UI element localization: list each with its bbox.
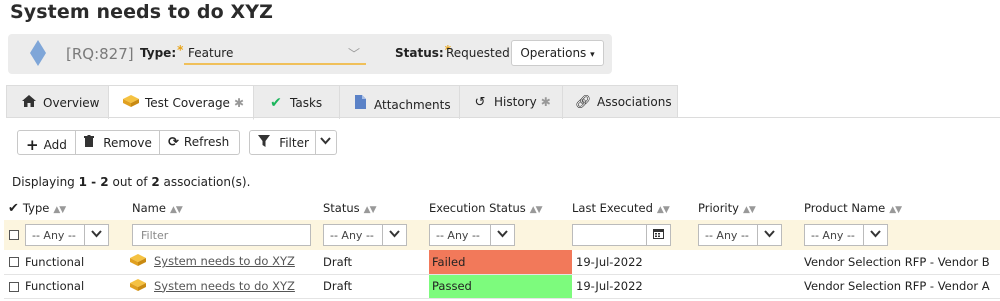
row-product: Vendor Selection RFP - Vendor B (804, 250, 1000, 275)
row-checkbox[interactable] (9, 257, 19, 268)
test-case-icon (123, 95, 139, 110)
row-execution-status: Passed (429, 274, 572, 299)
name-filter-input[interactable]: Filter (132, 224, 311, 246)
column-status[interactable]: Status ▲▼ (323, 196, 429, 220)
tab-test-coverage[interactable]: Test Coverage ✱ (109, 86, 254, 120)
table-row: Functional System needs to do XYZ Draft … (4, 250, 1000, 275)
column-priority[interactable]: Priority ▲▼ (698, 196, 804, 220)
row-execution-status: Failed (429, 250, 572, 275)
chevron-down-icon: ﹀ (347, 47, 360, 61)
filter-dropdown-button[interactable] (316, 130, 337, 155)
column-last-executed[interactable]: Last Executed ▲▼ (572, 196, 698, 220)
row-checkbox[interactable] (9, 281, 19, 292)
type-select-value: Feature (188, 46, 234, 60)
select-all-checkbox[interactable] (9, 230, 19, 240)
sort-icon[interactable]: ▲▼ (889, 205, 902, 215)
row-last-executed: 19-Jul-2022 (572, 274, 698, 299)
tab-tasks[interactable]: ✔ Tasks (254, 86, 340, 119)
plus-icon: + (26, 136, 39, 154)
column-name[interactable]: Name ▲▼ (128, 196, 323, 220)
refresh-button[interactable]: ⟳ Refresh (160, 130, 240, 155)
row-type: Functional (25, 279, 85, 293)
tab-history[interactable]: ↺ History ✱ (460, 86, 563, 119)
row-status: Draft (323, 250, 429, 275)
requirement-diamond-icon (30, 40, 46, 66)
sort-icon[interactable]: ▲▼ (170, 205, 183, 215)
associations-table: ✔ Type ▲▼ Name ▲▼ Status ▲▼ Execution Status… (4, 196, 1000, 299)
calendar-icon[interactable] (646, 225, 670, 245)
type-filter-dropdown[interactable]: -- Any -- (25, 224, 109, 246)
artifact-header: [RQ:827] Type:* Feature ﹀ Status:* Reque… (8, 34, 612, 74)
chevron-down-icon (84, 225, 108, 245)
sort-icon[interactable]: ▲▼ (530, 205, 543, 215)
column-type[interactable]: ✔ Type ▲▼ (4, 196, 128, 220)
check-icon: ✔ (270, 95, 282, 111)
column-product-name[interactable]: Product Name ▲▼ (804, 196, 1000, 220)
operations-button[interactable]: Operations ▾ (511, 40, 604, 66)
status-filter-dropdown[interactable]: -- Any -- (323, 224, 407, 246)
operations-label: Operations (520, 46, 587, 60)
artifact-id: [RQ:827] (66, 45, 134, 63)
status-label: Status:* (395, 43, 451, 60)
funnel-icon (258, 135, 274, 150)
test-case-icon (130, 278, 146, 294)
tab-overview[interactable]: Overview (7, 86, 109, 119)
remove-button[interactable]: Remove (76, 130, 160, 155)
priority-filter-dropdown[interactable]: -- Any -- (698, 224, 782, 246)
row-priority (698, 274, 804, 299)
sort-icon[interactable]: ▲▼ (53, 205, 66, 215)
execution-status-filter-dropdown[interactable]: -- Any -- (429, 224, 515, 246)
chevron-down-icon (490, 225, 514, 245)
tab-associations[interactable]: 🔗︎ Associations (563, 86, 679, 119)
caret-down-icon: ▾ (590, 50, 595, 60)
row-type: Functional (25, 254, 85, 269)
status-value: Requested (446, 46, 510, 60)
test-case-icon (130, 254, 146, 269)
row-last-executed: 19-Jul-2022 (572, 250, 698, 275)
type-select[interactable]: Feature ﹀ (184, 41, 366, 65)
history-icon: ↺ (474, 95, 486, 110)
filter-button[interactable]: Filter (249, 130, 316, 155)
table-row: Functional System needs to do XYZ Draft … (4, 274, 1000, 299)
check-all-icon[interactable]: ✔ (8, 201, 19, 216)
row-priority (698, 250, 804, 275)
trash-icon (84, 135, 98, 150)
add-button[interactable]: + Add (17, 130, 76, 155)
display-count: Displaying 1 - 2 out of 2 association(s)… (12, 175, 251, 189)
filter-row: -- Any -- Filter -- Any -- -- Any -- -- … (4, 220, 1000, 250)
sort-icon[interactable]: ▲▼ (364, 205, 377, 215)
asterisk-icon: ✱ (540, 95, 551, 109)
chevron-down-icon (382, 225, 406, 245)
asterisk-icon: ✱ (233, 96, 244, 110)
link-icon: 🔗︎ (575, 95, 592, 110)
chevron-down-icon (757, 225, 781, 245)
document-icon (352, 95, 368, 112)
row-product: Vendor Selection RFP - Vendor A (804, 274, 1000, 299)
last-executed-filter-date[interactable] (572, 224, 671, 246)
home-icon (21, 95, 37, 110)
sort-icon[interactable]: ▲▼ (743, 205, 756, 215)
product-filter-dropdown[interactable]: -- Any -- (804, 224, 888, 246)
row-name-link[interactable]: System needs to do XYZ (154, 254, 295, 268)
table-header-row: ✔ Type ▲▼ Name ▲▼ Status ▲▼ Execution Status… (4, 196, 1000, 220)
tab-bar: Overview Test Coverage ✱ ✔ Tasks Attachmen… (6, 85, 679, 120)
row-name-link[interactable]: System needs to do XYZ (154, 279, 295, 293)
chevron-down-icon (863, 225, 887, 245)
tab-divider (6, 117, 1000, 118)
page-title: System needs to do XYZ (10, 1, 273, 23)
sort-icon[interactable]: ▲▼ (657, 205, 670, 215)
column-execution-status[interactable]: Execution Status ▲▼ (429, 196, 572, 220)
row-status: Draft (323, 274, 429, 299)
chevron-down-icon (320, 134, 331, 148)
type-label: Type:* (140, 43, 184, 60)
tab-attachments[interactable]: Attachments (340, 86, 460, 119)
refresh-icon: ⟳ (168, 135, 179, 150)
